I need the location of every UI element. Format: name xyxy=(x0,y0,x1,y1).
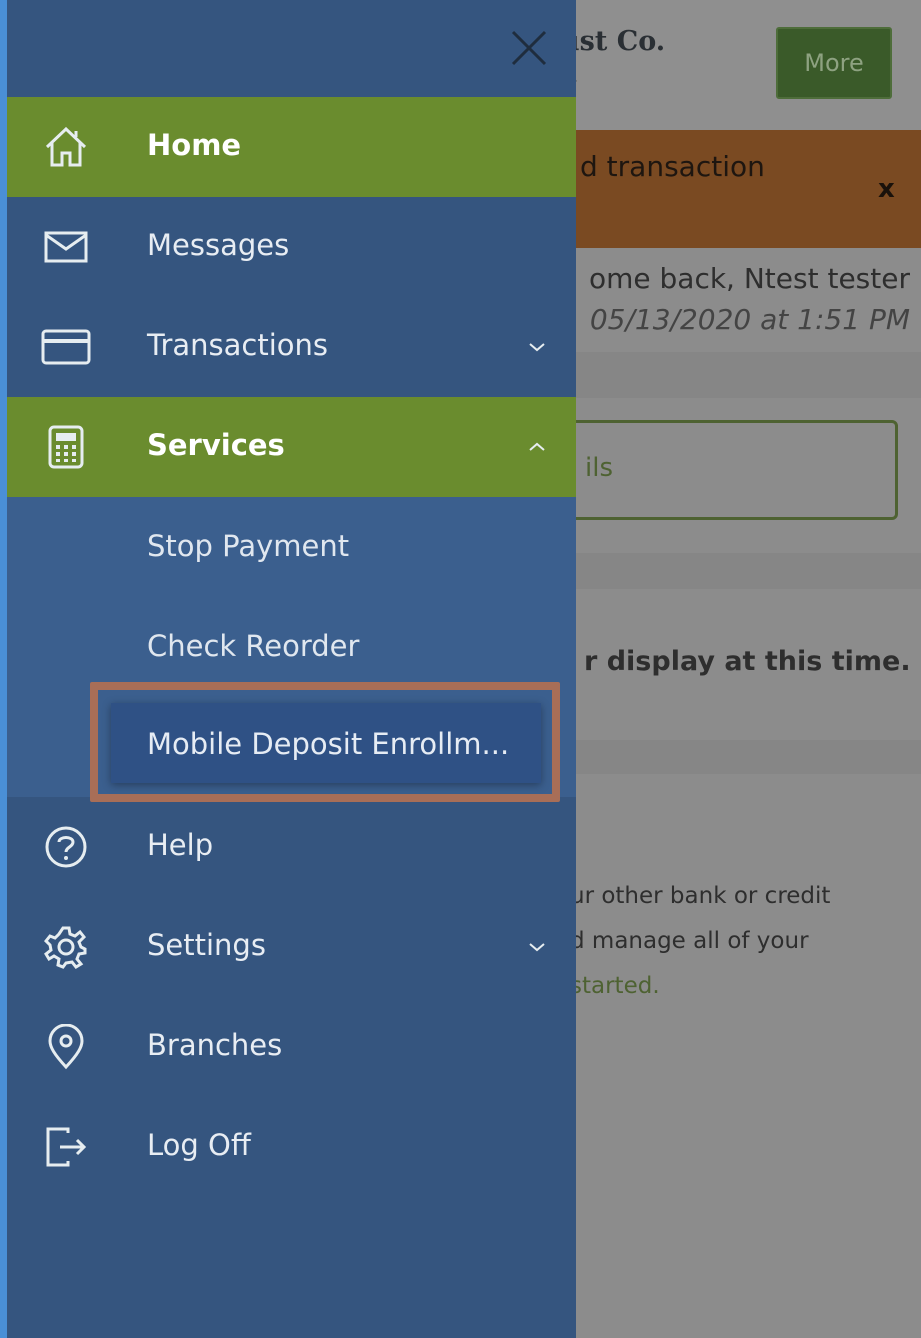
envelope-icon xyxy=(39,225,93,269)
alert-text: d transaction xyxy=(580,150,765,183)
chevron-down-icon[interactable] xyxy=(525,335,549,359)
edge-strip xyxy=(0,0,7,1338)
submenu-item-mobile-deposit[interactable]: Mobile Deposit Enrollm... xyxy=(111,703,541,783)
menu-item-settings[interactable]: Settings xyxy=(7,897,576,997)
card-icon xyxy=(39,325,93,369)
menu-item-branches[interactable]: Branches xyxy=(7,997,576,1097)
close-icon[interactable] xyxy=(507,26,551,70)
menu-label-services: Services xyxy=(147,428,285,462)
navigation-drawer: Home Messages Transactions Services Stop… xyxy=(7,0,576,1338)
section-divider xyxy=(540,553,921,589)
welcome-message: ome back, Ntest tester xyxy=(588,262,910,295)
menu-label-messages: Messages xyxy=(147,228,290,262)
chevron-down-icon[interactable] xyxy=(525,935,549,959)
external-text-line: d manage all of your xyxy=(570,928,809,954)
menu-label-home: Home xyxy=(147,128,242,162)
menu-label-transactions: Transactions xyxy=(147,328,329,362)
external-text-line: ur other bank or credit xyxy=(570,883,831,909)
submenu-label-check-reorder: Check Reorder xyxy=(147,629,360,663)
menu-label-log-off: Log Off xyxy=(147,1128,251,1162)
menu-label-branches: Branches xyxy=(147,1028,283,1062)
section-divider xyxy=(540,740,921,774)
help-circle-icon xyxy=(39,825,93,869)
menu-item-home[interactable]: Home xyxy=(7,97,576,197)
alert-close-button[interactable]: x xyxy=(878,174,895,204)
menu-item-services[interactable]: Services xyxy=(7,397,576,497)
menu-label-settings: Settings xyxy=(147,928,266,962)
details-button[interactable]: ils xyxy=(560,420,898,520)
last-login-date: 05/13/2020 at 1:51 PM xyxy=(589,303,910,336)
menu-item-log-off[interactable]: Log Off xyxy=(7,1097,576,1197)
menu-item-messages[interactable]: Messages xyxy=(7,197,576,297)
submenu-item-stop-payment[interactable]: Stop Payment xyxy=(7,497,576,597)
location-pin-icon xyxy=(39,1024,93,1070)
calculator-icon xyxy=(39,425,93,469)
details-button-label: ils xyxy=(585,453,613,483)
welcome-block: ome back, Ntest tester 05/13/2020 at 1:5… xyxy=(540,262,910,336)
more-button[interactable]: More xyxy=(776,27,892,99)
section-divider xyxy=(540,352,921,398)
no-display-message: r display at this time. xyxy=(584,646,911,677)
menu-item-help[interactable]: Help xyxy=(7,797,576,897)
home-icon xyxy=(39,125,93,169)
get-started-link[interactable]: started. xyxy=(570,964,830,1009)
submenu-label-stop-payment: Stop Payment xyxy=(147,529,350,563)
logout-icon xyxy=(39,1125,93,1169)
menu-label-help: Help xyxy=(147,828,214,862)
menu-item-transactions[interactable]: Transactions xyxy=(7,297,576,397)
chevron-up-icon[interactable] xyxy=(525,435,549,459)
submenu-label-mobile-deposit: Mobile Deposit Enrollm... xyxy=(147,727,510,761)
submenu-item-check-reorder[interactable]: Check Reorder xyxy=(7,597,576,697)
alert-banner: d transaction x xyxy=(540,130,921,248)
external-accounts-text: ur other bank or credit d manage all of … xyxy=(570,874,830,1009)
gear-icon xyxy=(39,925,93,969)
